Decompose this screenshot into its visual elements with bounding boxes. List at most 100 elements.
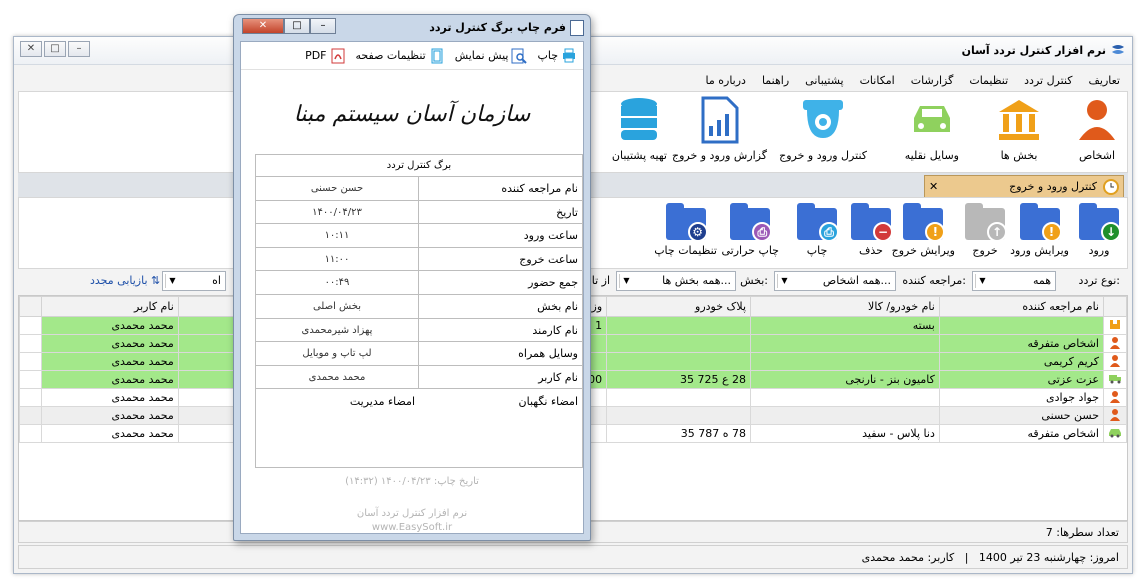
row-selector-cell[interactable] bbox=[19, 406, 42, 425]
row-selector-cell[interactable] bbox=[19, 352, 42, 371]
column-header[interactable]: نام مراجعه کننده bbox=[938, 296, 1105, 317]
dialog-tool-label: تنظیمات صفحه bbox=[355, 49, 426, 62]
row-selector-cell[interactable] bbox=[19, 334, 42, 353]
client-filter-select[interactable]: همه اشخاص... ▼ bbox=[774, 271, 896, 291]
ribbon-label: کنترل ورود و خروج bbox=[779, 149, 867, 162]
cell-item: دنا پلاس - سفید bbox=[750, 424, 940, 443]
cell-item bbox=[750, 334, 940, 353]
row-count-label: تعداد سطرها: bbox=[1056, 526, 1119, 539]
menu-item[interactable]: پشتیبانی bbox=[797, 74, 851, 87]
column-header[interactable]: پلاک خودرو bbox=[606, 296, 752, 317]
row-icon-cell bbox=[1103, 316, 1127, 335]
ribbon-label: وسایل نقلیه bbox=[904, 149, 959, 162]
menu-item[interactable]: کنترل تردد bbox=[1016, 74, 1080, 87]
ribbon-label: بخش ها bbox=[1000, 149, 1038, 162]
toolbar-button[interactable]: ⎙ چاپ bbox=[795, 200, 839, 257]
form-field-value: ۱۱:۰۰ bbox=[324, 253, 350, 265]
cell-item bbox=[750, 406, 940, 425]
type-filter-select[interactable]: همه ▼ bbox=[972, 271, 1056, 291]
status-bar: امروز: چهارشنبه 23 تیر 1400 | کاربر: محم… bbox=[18, 545, 1128, 569]
row-selector-cell[interactable] bbox=[19, 424, 42, 443]
column-header[interactable]: نام کاربر bbox=[41, 296, 179, 317]
menu-item[interactable]: تنظیمات bbox=[961, 74, 1016, 87]
tab-entry-exit-control[interactable]: کنترل ورود و خروج ✕ bbox=[924, 175, 1124, 197]
database-icon bbox=[621, 98, 658, 140]
toolbar-button-label: تنظیمات چاپ bbox=[654, 244, 717, 257]
form-field-label: ساعت خروج bbox=[418, 247, 582, 271]
toolbar-button-label: خروج bbox=[972, 244, 998, 257]
form-row: نام بخش بخش اصلی bbox=[256, 294, 582, 319]
dialog-minimize-button[interactable]: – bbox=[310, 18, 336, 34]
maximize-button[interactable]: □ bbox=[44, 41, 66, 57]
ribbon-report-button[interactable]: گزارش ورود و خروج bbox=[672, 96, 767, 162]
toolbar-button-label: چاپ bbox=[806, 244, 828, 257]
ribbon-label: گزارش ورود و خروج bbox=[671, 149, 767, 162]
dialog-close-button[interactable]: ✕ bbox=[242, 18, 284, 34]
close-button[interactable]: ✕ bbox=[20, 41, 42, 57]
ribbon-building-button[interactable]: بخش ها bbox=[995, 96, 1043, 162]
dialog-tool-page-setup[interactable]: تنظیمات صفحه bbox=[356, 48, 445, 64]
toolbar-button[interactable]: ↑ خروج bbox=[963, 200, 1007, 257]
form-field-label: نام کارمند bbox=[418, 318, 582, 342]
badge-icon: ⎙ bbox=[752, 222, 773, 242]
form-field-label: تاریخ bbox=[418, 200, 582, 224]
menu-item[interactable]: درباره ما bbox=[698, 74, 754, 87]
row-selector-cell[interactable] bbox=[19, 388, 42, 407]
form-row: تاریخ ۱۴۰۰/۰۴/۲۳ bbox=[256, 200, 582, 225]
period-select[interactable]: اه ▼ bbox=[162, 271, 226, 291]
toolbar-button[interactable]: ⎙ چاپ حرارتی bbox=[722, 200, 779, 257]
folder-icon: ⚙ bbox=[664, 200, 708, 242]
menu-item[interactable]: تعاریف bbox=[1081, 74, 1128, 87]
dialog-title-bar: فرم چاپ برگ کنترل تردد ✕ □ – bbox=[234, 17, 590, 39]
ribbon-camera-button[interactable]: کنترل ورود و خروج bbox=[779, 96, 867, 162]
form-field-value: بخش اصلی bbox=[312, 300, 362, 312]
cell-user: محمد محمدی bbox=[41, 352, 179, 371]
dialog-maximize-button[interactable]: □ bbox=[284, 18, 310, 34]
client-filter-label: مراجعه کننده: bbox=[902, 274, 966, 287]
minimize-button[interactable]: – bbox=[68, 41, 90, 57]
date-range-label: از تا bbox=[591, 274, 610, 287]
section-filter-select[interactable]: همه بخش ها... ▼ bbox=[616, 271, 736, 291]
signature-row: امضاء نگهبان امضاء مدیریت bbox=[256, 389, 582, 467]
toolbar-button-label: چاپ حرارتی bbox=[721, 244, 779, 257]
toolbar-button-label: حذف bbox=[859, 244, 883, 257]
preview-icon bbox=[511, 48, 528, 64]
cell-user: محمد محمدی bbox=[41, 334, 179, 353]
main-title: نرم افزار کنترل تردد آسان bbox=[961, 44, 1106, 57]
cell-user: محمد محمدی bbox=[41, 406, 179, 425]
folder-icon: ↑ bbox=[963, 200, 1007, 242]
form-field-label: جمع حضور bbox=[418, 271, 582, 294]
row-selector-cell[interactable] bbox=[19, 316, 42, 335]
cell-name: عزت عزتی bbox=[938, 370, 1105, 389]
document-icon bbox=[570, 20, 584, 36]
refresh-button[interactable]: ⇅ بازیابی مجدد bbox=[90, 274, 160, 287]
toolbar-button-label: ورود bbox=[1088, 244, 1110, 257]
menu-item[interactable]: امکانات bbox=[852, 74, 903, 87]
cell-name bbox=[938, 316, 1105, 335]
row-icon-cell bbox=[1103, 334, 1127, 353]
toolbar-button[interactable]: − حذف bbox=[849, 200, 893, 257]
close-tab-icon[interactable]: ✕ bbox=[929, 180, 938, 193]
toolbar-button[interactable]: ! ویرایش خروج bbox=[892, 200, 955, 257]
menu-item[interactable]: راهنما bbox=[754, 74, 797, 87]
dialog-tool-printer[interactable]: چاپ bbox=[537, 48, 577, 64]
form-row: نام کارمند پهزاد شیرمحمدی bbox=[256, 318, 582, 343]
dialog-tool-pdf[interactable]: PDF bbox=[305, 48, 345, 64]
toolbar-button[interactable]: ! ویرایش ورود bbox=[1010, 200, 1069, 257]
ribbon-car-button[interactable]: وسایل نقلیه bbox=[905, 96, 959, 162]
toolbar-button[interactable]: ⚙ تنظیمات چاپ bbox=[654, 200, 717, 257]
ribbon-database-button[interactable]: تهیه پشتیبان bbox=[612, 96, 667, 162]
ribbon-label: تهیه پشتیبان bbox=[611, 149, 667, 162]
cell-user: محمد محمدی bbox=[41, 388, 179, 407]
toolbar-button[interactable]: ↓ ورود bbox=[1077, 200, 1121, 257]
badge-icon: ⚙ bbox=[687, 222, 708, 242]
menu-item[interactable]: گزارشات bbox=[903, 74, 962, 87]
org-name: سازمان آسان سیستم مبنا bbox=[293, 102, 531, 127]
ribbon-person-button[interactable]: اشخاص bbox=[1073, 96, 1121, 162]
row-selector-cell[interactable] bbox=[19, 370, 42, 389]
package-icon bbox=[1110, 320, 1120, 329]
badge-icon: ↑ bbox=[987, 222, 1007, 242]
column-header[interactable]: نام خودرو/ کالا bbox=[750, 296, 940, 317]
dialog-tool-preview[interactable]: پیش نمایش bbox=[455, 48, 528, 64]
dialog-content: چاپ پیش نمایش تنظیمات صفحه PDF سازمان آسان … bbox=[240, 41, 584, 534]
